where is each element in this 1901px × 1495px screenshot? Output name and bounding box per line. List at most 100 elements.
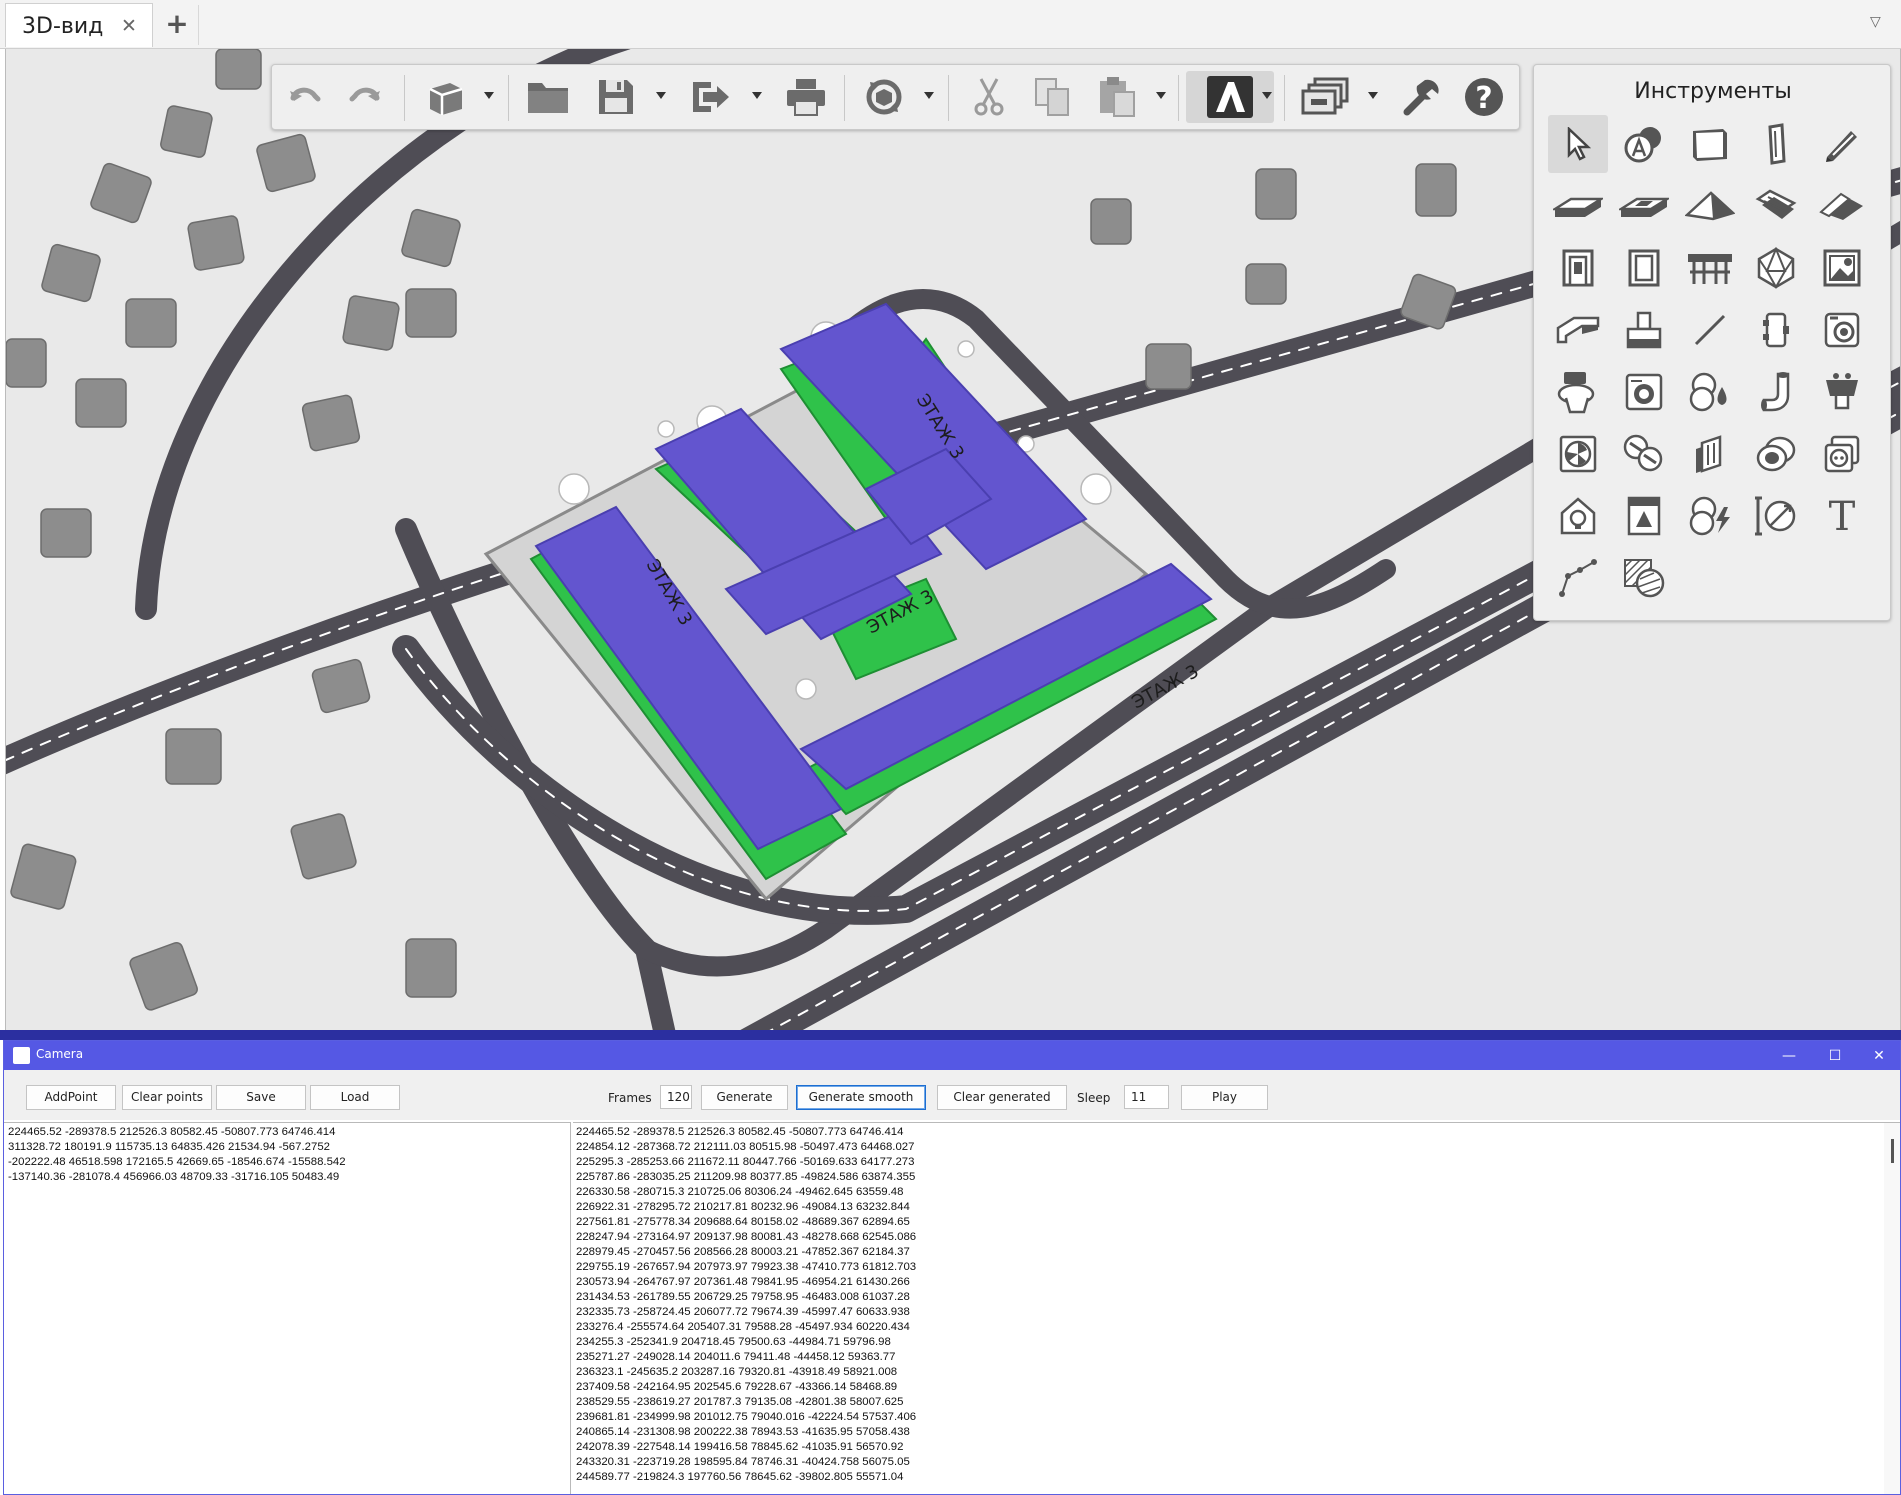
list-item[interactable]: 243320.31 -223719.28 198595.84 78746.31 … [576, 1455, 1900, 1470]
list-item[interactable]: 227561.81 -275778.34 209688.64 80158.02 … [576, 1215, 1900, 1230]
list-item[interactable]: 224465.52 -289378.5 212526.3 80582.45 -5… [8, 1125, 570, 1140]
copy-button[interactable] [1028, 71, 1078, 123]
paste-button[interactable] [1092, 71, 1142, 123]
camera-points-list[interactable]: 224465.52 -289378.5 212526.3 80582.45 -5… [4, 1122, 571, 1494]
close-button[interactable]: ✕ [1864, 1045, 1894, 1067]
play-button[interactable]: Play [1181, 1085, 1268, 1110]
list-item[interactable]: 228247.94 -273164.97 209137.98 80081.43 … [576, 1230, 1900, 1245]
tool-washing-machine[interactable] [1614, 363, 1674, 421]
tool-electric-equipment[interactable] [1680, 487, 1740, 545]
open-button[interactable] [522, 71, 574, 123]
tool-pencil[interactable] [1812, 115, 1872, 173]
tool-pump[interactable] [1680, 363, 1740, 421]
lira-dropdown[interactable] [1260, 87, 1276, 107]
rotate-view-dropdown[interactable] [922, 87, 938, 107]
save-button[interactable] [590, 71, 642, 123]
list-item[interactable]: 231434.53 -261789.55 206729.25 79758.95 … [576, 1290, 1900, 1305]
list-item[interactable]: 234255.3 -252341.9 204718.45 79500.63 -4… [576, 1335, 1900, 1350]
list-item[interactable]: 311328.72 180191.9 115735.13 64835.426 2… [8, 1140, 570, 1155]
tool-cable-coil[interactable] [1746, 425, 1806, 483]
tool-roof[interactable] [1680, 177, 1740, 235]
tool-hatch[interactable] [1614, 549, 1674, 607]
list-item[interactable]: -202222.48 46518.598 172165.5 42669.65 -… [8, 1155, 570, 1170]
add-tab-button[interactable]: + [159, 6, 195, 42]
list-item[interactable]: 236323.1 -245635.2 203287.16 79320.81 -4… [576, 1365, 1900, 1380]
list-item[interactable]: 244589.77 -219824.3 197760.56 78645.62 -… [576, 1470, 1900, 1485]
add-point-button[interactable]: AddPoint [26, 1085, 116, 1110]
tool-annotation[interactable] [1614, 115, 1674, 173]
list-item[interactable]: 239681.81 -234999.98 201012.75 79040.016… [576, 1410, 1900, 1425]
tool-fitting[interactable] [1746, 301, 1806, 359]
tool-ramp[interactable] [1812, 177, 1872, 235]
minimize-button[interactable]: — [1774, 1045, 1804, 1067]
tool-radiator[interactable] [1680, 425, 1740, 483]
tool-valve[interactable] [1812, 301, 1872, 359]
generate-smooth-button[interactable]: Generate smooth [796, 1085, 926, 1110]
rotate-view-button[interactable] [856, 71, 912, 123]
list-item[interactable]: 230573.94 -264767.97 207361.48 79841.95 … [576, 1275, 1900, 1290]
clear-points-button[interactable]: Clear points [122, 1085, 212, 1110]
tool-door[interactable] [1548, 239, 1608, 297]
tool-railing[interactable] [1680, 239, 1740, 297]
scrollbar-thumb[interactable] [1891, 1139, 1894, 1163]
list-item[interactable]: 240865.14 -231308.98 200222.38 78943.53 … [576, 1425, 1900, 1440]
list-item[interactable]: -137140.36 -281078.4 456966.03 48709.33 … [8, 1170, 570, 1185]
sleep-input[interactable]: 11 [1124, 1085, 1169, 1109]
tool-slab[interactable] [1548, 177, 1608, 235]
tool-house-lamp[interactable] [1548, 487, 1608, 545]
save-points-button[interactable]: Save [216, 1085, 306, 1110]
tool-equipment[interactable] [1614, 301, 1674, 359]
tool-column[interactable] [1746, 115, 1806, 173]
tool-sink[interactable] [1812, 363, 1872, 421]
load-points-button[interactable]: Load [310, 1085, 400, 1110]
list-item[interactable]: 224465.52 -289378.5 212526.3 80582.45 -5… [576, 1125, 1900, 1140]
list-item[interactable]: 225787.86 -283035.25 211209.98 80377.85 … [576, 1170, 1900, 1185]
export-dropdown[interactable] [750, 87, 766, 107]
list-item[interactable]: 238529.55 -238619.27 201787.3 79135.08 -… [576, 1395, 1900, 1410]
tool-picture[interactable] [1812, 239, 1872, 297]
list-item[interactable]: 226922.31 -278295.72 210217.81 80232.96 … [576, 1200, 1900, 1215]
settings-button[interactable] [1396, 71, 1448, 123]
layers-dropdown[interactable] [1366, 87, 1382, 107]
tool-wall[interactable] [1680, 115, 1740, 173]
camera-title-bar[interactable]: Camera — ☐ ✕ [4, 1041, 1900, 1070]
tool-window[interactable] [1614, 239, 1674, 297]
list-item[interactable]: 237409.58 -242164.95 202545.6 79228.67 -… [576, 1380, 1900, 1395]
tool-toilet[interactable] [1548, 363, 1608, 421]
generate-button[interactable]: Generate [701, 1085, 788, 1110]
tool-duct[interactable] [1548, 301, 1608, 359]
tool-line[interactable] [1680, 301, 1740, 359]
list-item[interactable]: 242078.39 -227548.14 199416.58 78845.62 … [576, 1440, 1900, 1455]
tab-overflow-icon[interactable]: ▽ [1870, 14, 1881, 30]
generated-list-scrollbar[interactable] [1884, 1123, 1900, 1494]
3d-view-button[interactable] [418, 71, 470, 123]
cut-button[interactable] [964, 71, 1014, 123]
3d-view-dropdown[interactable] [482, 87, 498, 107]
print-button[interactable] [780, 71, 832, 123]
save-dropdown[interactable] [654, 87, 670, 107]
redo-button[interactable] [342, 71, 390, 123]
list-item[interactable]: 233276.4 -255574.64 205407.31 79588.28 -… [576, 1320, 1900, 1335]
undo-button[interactable] [280, 71, 328, 123]
layers-button[interactable] [1298, 71, 1354, 123]
tool-stairs[interactable] [1746, 177, 1806, 235]
paste-dropdown[interactable] [1154, 87, 1170, 107]
list-item[interactable]: 224854.12 -287368.72 212111.03 80515.98 … [576, 1140, 1900, 1155]
list-item[interactable]: 229755.19 -267657.94 207973.97 79923.38 … [576, 1260, 1900, 1275]
tool-heat-exchanger[interactable] [1614, 425, 1674, 483]
maximize-button[interactable]: ☐ [1820, 1045, 1850, 1067]
list-item[interactable]: 232335.73 -258724.45 206077.72 79674.39 … [576, 1305, 1900, 1320]
tool-pipe-elbow[interactable] [1746, 363, 1806, 421]
tab-close-icon[interactable]: ✕ [121, 15, 137, 37]
clear-generated-button[interactable]: Clear generated [937, 1085, 1067, 1110]
list-item[interactable]: 228979.45 -270457.56 208566.28 80003.21 … [576, 1245, 1900, 1260]
list-item[interactable]: 225295.3 -285253.66 211672.11 80447.766 … [576, 1155, 1900, 1170]
tool-panel[interactable] [1614, 487, 1674, 545]
tool-fan[interactable] [1548, 425, 1608, 483]
tool-dimension[interactable] [1746, 487, 1806, 545]
export-button[interactable] [684, 71, 736, 123]
tool-floor-opening[interactable] [1614, 177, 1674, 235]
tool-polyhedron[interactable] [1746, 239, 1806, 297]
frames-input[interactable]: 120 [660, 1085, 692, 1109]
tool-polyline[interactable] [1548, 549, 1608, 607]
